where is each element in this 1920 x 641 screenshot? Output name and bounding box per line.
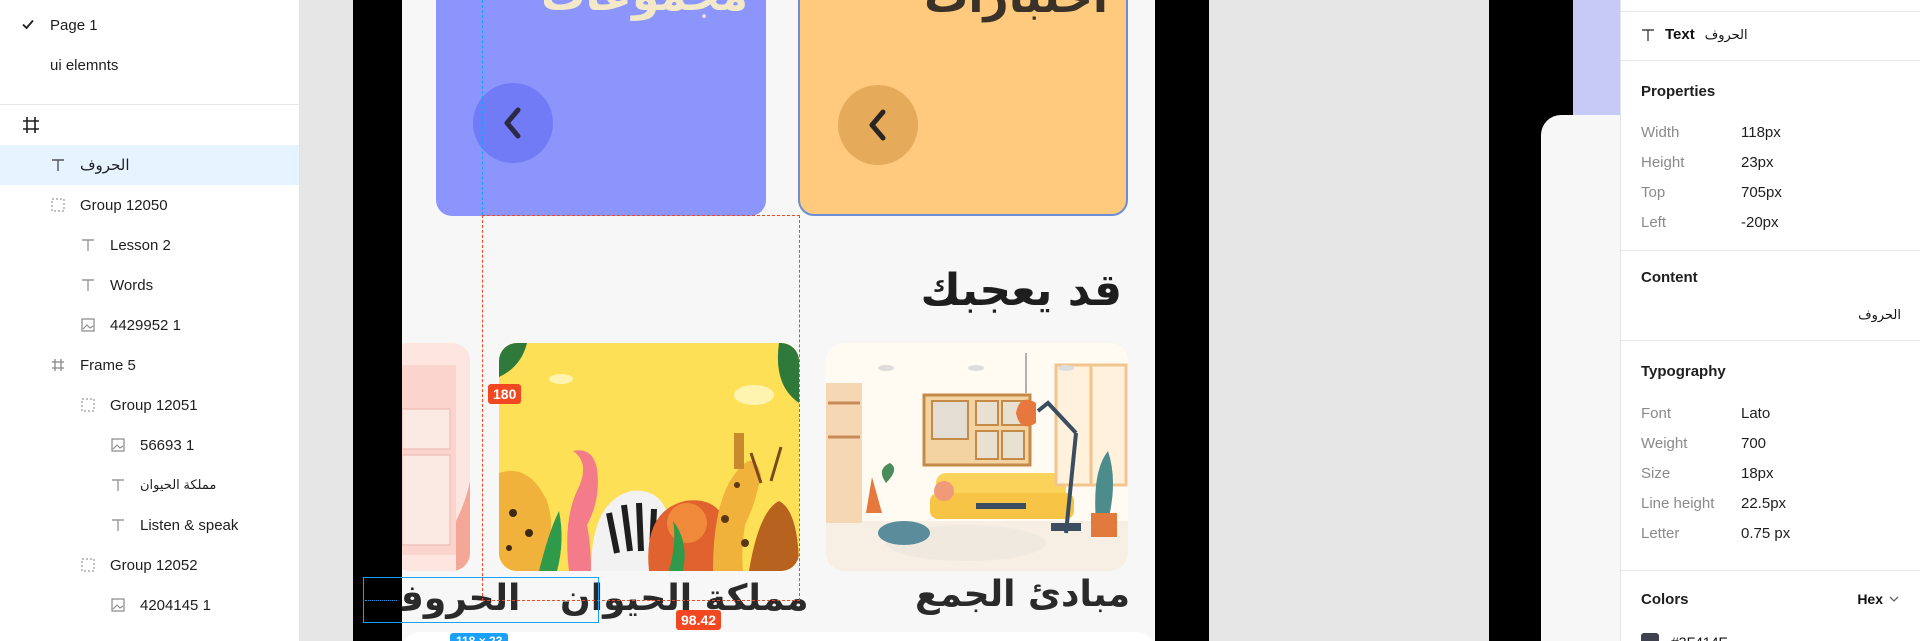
layer-item-text-selected[interactable]: الحروف	[0, 145, 299, 185]
prop-font: Font Lato	[1641, 404, 1771, 422]
card-groups[interactable]: مجموعات	[436, 0, 766, 216]
living-room-illustration	[826, 343, 1128, 571]
thumb-addition-basics[interactable]	[826, 343, 1128, 571]
letters-illustration	[402, 343, 470, 571]
group-icon	[80, 557, 96, 573]
page-label: ui elemnts	[50, 56, 119, 74]
card-tests[interactable]: اختبارات	[798, 0, 1128, 216]
selection-header: Text الحروف	[1641, 26, 1748, 43]
layer-item-image[interactable]: 56693 1	[0, 425, 299, 465]
layer-item-text[interactable]: Lesson 2	[0, 225, 299, 265]
layer-item-image[interactable]: 4204145 1	[0, 585, 299, 625]
layer-label: Listen & speak	[140, 516, 239, 534]
layer-item-text[interactable]: مملكة الحيوان	[0, 465, 299, 505]
prop-line-height: Line height 22.5px	[1641, 494, 1787, 512]
color-swatch	[1641, 633, 1659, 641]
layer-item-text[interactable]: Listen & speak	[0, 505, 299, 545]
checkmark-icon	[22, 19, 34, 30]
text-icon	[50, 157, 66, 173]
section-heading: Content	[1641, 269, 1698, 286]
text-icon	[80, 237, 96, 253]
layer-item-group[interactable]: Group 12051	[0, 385, 299, 425]
content-value[interactable]: الحروف	[1858, 307, 1901, 323]
layer-label: 56693 1	[140, 436, 195, 454]
color-hex: #3F414E	[1671, 634, 1728, 641]
group-icon	[50, 197, 66, 213]
layer-label: مملكة الحيوان	[140, 477, 217, 492]
layer-item-image[interactable]: 4429952 1	[0, 305, 299, 345]
chevron-left-icon[interactable]	[473, 83, 553, 163]
caption-addition-basics: مبادئ الجمع	[914, 574, 1130, 615]
section-heading: Typography	[1641, 363, 1726, 380]
text-icon	[110, 477, 126, 493]
prop-left: Left -20px	[1641, 213, 1779, 231]
device-bezel-left	[353, 0, 402, 641]
layer-label: Words	[110, 276, 154, 294]
layer-item-frame[interactable]: Frame 5	[0, 345, 299, 385]
layer-label: 4429952 1	[110, 316, 181, 334]
image-icon	[110, 437, 126, 453]
divider	[0, 104, 299, 105]
typography-section: Typography Font Lato Weight 700 Size 18px L…	[1621, 340, 1920, 560]
prop-letter-spacing: Letter 0.75 px	[1641, 524, 1791, 542]
layer-label: Group 12051	[110, 396, 198, 414]
layers-panel: Page 1 ui elemnts الحروف Group 12050 Les…	[0, 0, 300, 641]
properties-panel: Text الحروف Properties Width 118px Height…	[1620, 0, 1920, 641]
properties-section: Properties Width 118px Height 23px Top 705p…	[1621, 60, 1920, 250]
colors-section: Colors Hex #3F414E	[1621, 570, 1920, 641]
frame-hash-icon[interactable]	[22, 116, 40, 134]
thumb-letters[interactable]	[402, 343, 470, 571]
chevron-left-icon[interactable]	[838, 85, 918, 165]
chevron-down-icon	[1889, 596, 1899, 602]
layer-label: Lesson 2	[110, 236, 171, 254]
color-format-dropdown[interactable]: Hex	[1857, 591, 1899, 607]
color-format-label: Hex	[1857, 591, 1883, 607]
layer-item-group[interactable]: Group 12050	[0, 185, 299, 225]
prop-weight: Weight 700	[1641, 434, 1767, 452]
image-icon	[80, 317, 96, 333]
design-canvas[interactable]: مجموعات اختبارات قد يعجبك	[300, 0, 1620, 641]
prop-top: Top 705px	[1641, 183, 1782, 201]
layer-label: Group 12052	[110, 556, 198, 574]
measure-box	[482, 215, 800, 601]
text-icon	[110, 517, 126, 533]
layer-label: Frame 5	[80, 356, 136, 374]
text-icon	[1642, 28, 1654, 41]
color-row[interactable]: #3F414E	[1641, 633, 1728, 641]
page-item-page-1[interactable]: Page 1	[0, 5, 299, 45]
page-label: Page 1	[50, 16, 98, 34]
layer-item-group[interactable]: Group 12052	[0, 545, 299, 585]
selected-text-box[interactable]	[363, 577, 599, 623]
content-section: Content الحروف	[1621, 250, 1920, 340]
panel-top-divider	[1621, 0, 1920, 12]
section-heading: Properties	[1641, 83, 1716, 100]
layer-item-text[interactable]: Words	[0, 265, 299, 305]
spacing-guide	[365, 600, 397, 601]
measure-gap-badge: 98.42	[676, 610, 722, 630]
text-icon	[80, 277, 96, 293]
group-icon	[80, 397, 96, 413]
layer-label: 4204145 1	[140, 596, 211, 614]
prop-width: Width 118px	[1641, 123, 1781, 141]
partial-frame-card	[1541, 115, 1620, 641]
card-title: مجموعات	[541, 0, 748, 21]
section-heading: Colors	[1641, 591, 1689, 608]
guide-line-vertical	[482, 0, 483, 215]
layer-label: الحروف	[80, 157, 130, 174]
page-item-ui-elemnts[interactable]: ui elemnts	[0, 45, 299, 85]
image-icon	[110, 597, 126, 613]
frame-icon	[50, 357, 66, 373]
selection-type: Text	[1665, 26, 1695, 43]
size-badge: 118 × 23	[450, 633, 509, 641]
prop-size: Size 18px	[1641, 464, 1774, 482]
prop-height: Height 23px	[1641, 153, 1774, 171]
card-title: اختبارات	[924, 0, 1108, 23]
layer-label: Group 12050	[80, 196, 168, 214]
partial-frame-preview	[1573, 0, 1620, 115]
device-bezel-right	[1155, 0, 1209, 641]
selection-name: الحروف	[1704, 26, 1748, 42]
measure-height-badge: 180	[488, 384, 522, 404]
section-title: قد يعجبك	[920, 265, 1122, 316]
bottom-card-edge	[402, 632, 1155, 641]
